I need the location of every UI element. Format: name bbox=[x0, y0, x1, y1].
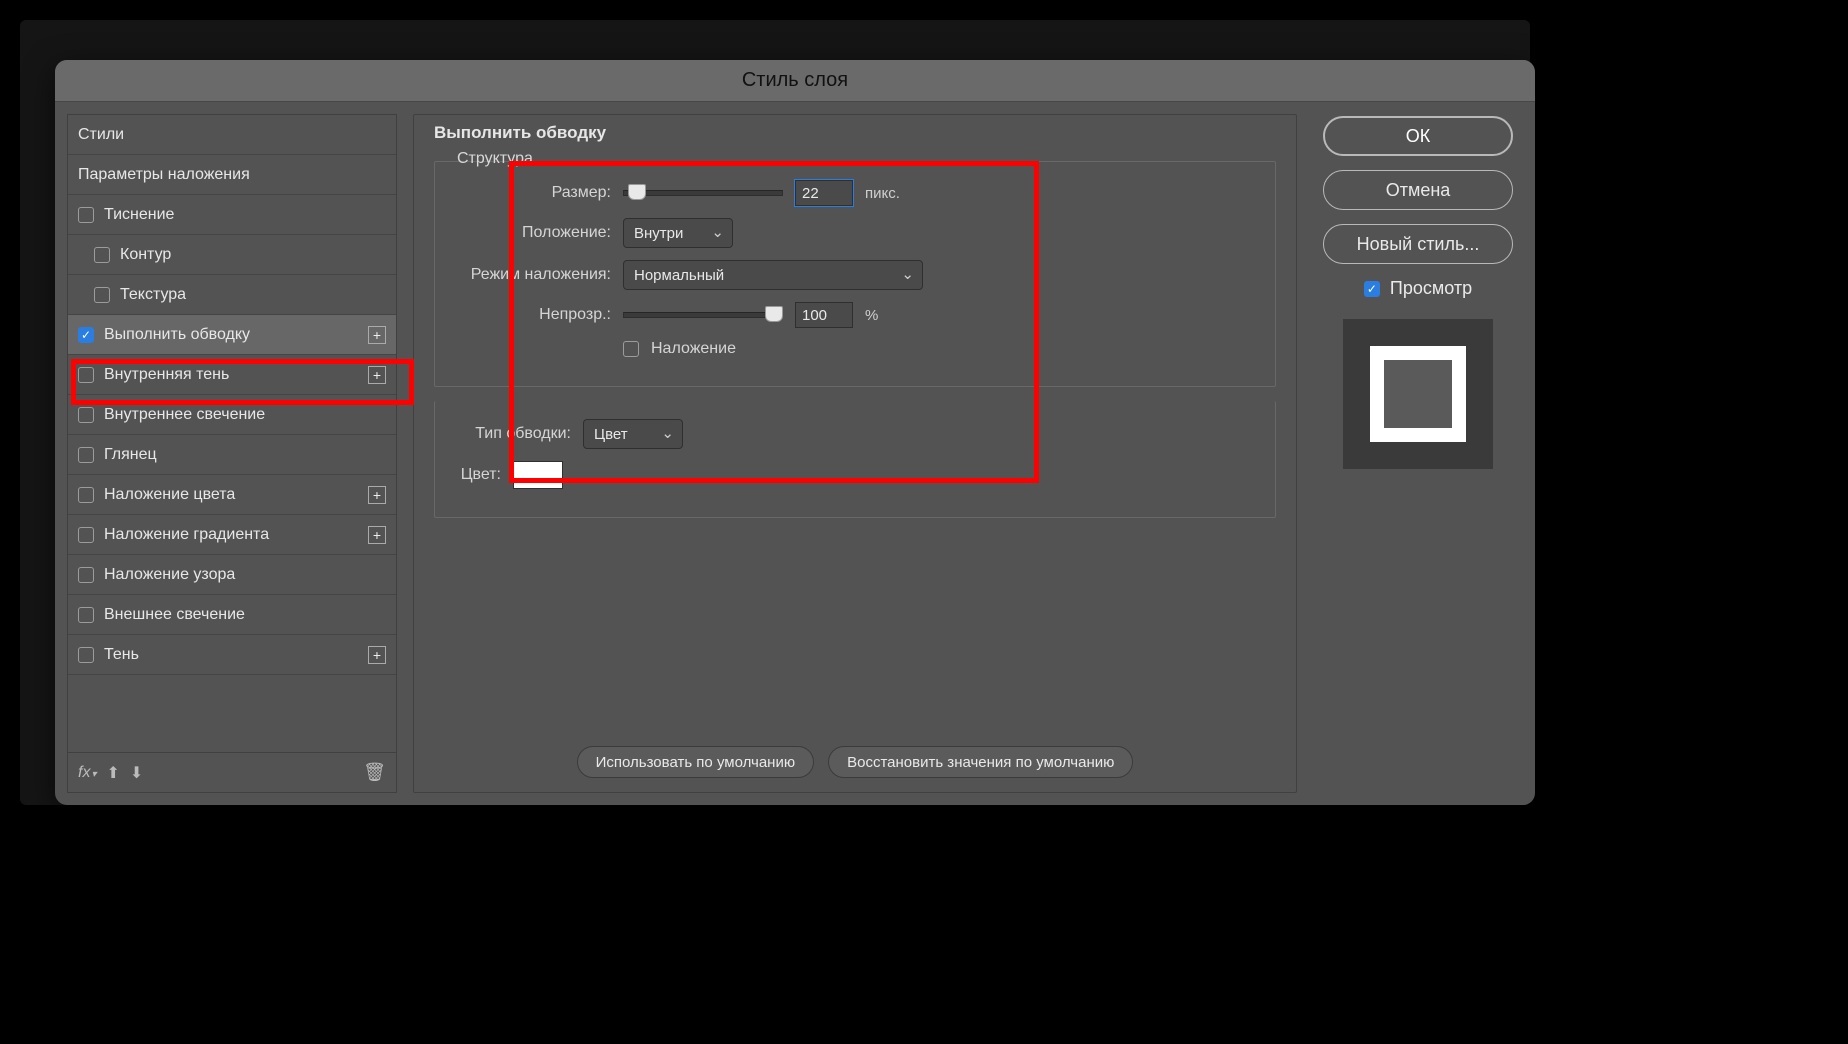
style-item-label: Наложение узора bbox=[104, 566, 235, 584]
style-item[interactable]: Контур bbox=[68, 235, 396, 275]
style-item-checkbox[interactable] bbox=[78, 367, 94, 383]
style-item-checkbox[interactable] bbox=[78, 607, 94, 623]
blendmode-row: Режим наложения: Нормальный bbox=[451, 260, 1259, 290]
opacity-row: Непрозр.: % bbox=[451, 302, 1259, 328]
size-slider[interactable] bbox=[623, 190, 783, 196]
style-item[interactable]: Внутренняя тень + bbox=[68, 355, 396, 395]
style-item-label: Текстура bbox=[120, 286, 186, 304]
add-effect-icon[interactable]: + bbox=[368, 366, 386, 384]
style-item-label: Глянец bbox=[104, 446, 157, 464]
add-effect-icon[interactable]: + bbox=[368, 526, 386, 544]
style-item[interactable]: Тень + bbox=[68, 635, 396, 675]
overprint-checkbox[interactable] bbox=[623, 341, 639, 357]
move-up-icon[interactable]: ⬆ bbox=[106, 763, 119, 783]
style-item-checkbox[interactable] bbox=[78, 647, 94, 663]
preview-checkbox[interactable] bbox=[1364, 281, 1380, 297]
style-item-label: Тень bbox=[104, 646, 139, 664]
style-item-checkbox[interactable] bbox=[78, 447, 94, 463]
style-item[interactable]: Внешнее свечение bbox=[68, 595, 396, 635]
reset-default-button[interactable]: Восстановить значения по умолчанию bbox=[828, 746, 1133, 778]
blendmode-select[interactable]: Нормальный bbox=[623, 260, 923, 290]
style-item-checkbox[interactable] bbox=[78, 207, 94, 223]
style-item-label: Наложение градиента bbox=[104, 526, 269, 544]
styles-list: Стили Параметры наложения Тиснение Контур… bbox=[67, 114, 397, 753]
style-item[interactable]: Тиснение bbox=[68, 195, 396, 235]
style-item[interactable]: Наложение узора bbox=[68, 555, 396, 595]
blendmode-label: Режим наложения: bbox=[451, 266, 611, 284]
styles-header[interactable]: Стили bbox=[68, 115, 396, 155]
style-item-checkbox[interactable] bbox=[94, 247, 110, 263]
preview-thumbnail bbox=[1343, 319, 1493, 469]
style-item[interactable]: Текстура bbox=[68, 275, 396, 315]
add-effect-icon[interactable]: + bbox=[368, 646, 386, 664]
styles-header-label: Стили bbox=[78, 126, 124, 144]
fx-menu-icon[interactable]: fx bbox=[78, 764, 96, 782]
size-unit: пикс. bbox=[865, 185, 900, 202]
style-item-checkbox[interactable] bbox=[94, 287, 110, 303]
filltype-select[interactable]: Цвет bbox=[583, 419, 683, 449]
make-default-button[interactable]: Использовать по умолчанию bbox=[577, 746, 814, 778]
filltype-label: Тип обводки: bbox=[451, 425, 571, 443]
style-item-checkbox[interactable] bbox=[78, 527, 94, 543]
style-item-checkbox[interactable] bbox=[78, 407, 94, 423]
color-row: Цвет: bbox=[451, 461, 1259, 489]
dialog-buttons: ОК Отмена Новый стиль... Просмотр bbox=[1313, 114, 1523, 793]
move-down-icon[interactable]: ⬇ bbox=[130, 763, 143, 783]
position-select[interactable]: Внутри bbox=[623, 218, 733, 248]
style-item-checkbox[interactable] bbox=[78, 487, 94, 503]
ok-button[interactable]: ОК bbox=[1323, 116, 1513, 156]
filltype-row: Тип обводки: Цвет bbox=[451, 419, 1259, 449]
settings-panel: Выполнить обводку Структура Размер: пикс… bbox=[413, 114, 1297, 793]
style-item-label: Внешнее свечение bbox=[104, 606, 245, 624]
opacity-input[interactable] bbox=[795, 302, 853, 328]
add-effect-icon[interactable]: + bbox=[368, 486, 386, 504]
blending-options-label: Параметры наложения bbox=[78, 166, 250, 184]
styles-toolbar: fx ⬆ ⬇ 🗑 bbox=[67, 753, 397, 793]
cancel-button[interactable]: Отмена bbox=[1323, 170, 1513, 210]
new-style-button[interactable]: Новый стиль... bbox=[1323, 224, 1513, 264]
add-effect-icon[interactable]: + bbox=[368, 326, 386, 344]
layer-style-dialog: Стиль слоя Стили Параметры наложения Тис… bbox=[55, 60, 1535, 805]
style-item[interactable]: Выполнить обводку + bbox=[68, 315, 396, 355]
size-input[interactable] bbox=[795, 180, 853, 206]
overprint-label: Наложение bbox=[651, 340, 736, 358]
color-label: Цвет: bbox=[451, 466, 501, 484]
opacity-label: Непрозр.: bbox=[451, 306, 611, 324]
structure-legend: Структура bbox=[451, 150, 539, 168]
style-item-label: Выполнить обводку bbox=[104, 326, 250, 344]
dialog-title: Стиль слоя bbox=[55, 60, 1535, 102]
style-item-checkbox[interactable] bbox=[78, 567, 94, 583]
blending-options-header[interactable]: Параметры наложения bbox=[68, 155, 396, 195]
style-item-label: Внутреннее свечение bbox=[104, 406, 265, 424]
style-item[interactable]: Наложение цвета + bbox=[68, 475, 396, 515]
position-label: Положение: bbox=[451, 224, 611, 242]
style-item[interactable]: Глянец bbox=[68, 435, 396, 475]
structure-group: Структура Размер: пикс. Положение: bbox=[434, 161, 1276, 387]
panel-title: Выполнить обводку bbox=[434, 123, 1276, 143]
position-row: Положение: Внутри bbox=[451, 218, 1259, 248]
opacity-slider[interactable] bbox=[623, 312, 783, 318]
size-label: Размер: bbox=[451, 184, 611, 202]
style-item-checkbox[interactable] bbox=[78, 327, 94, 343]
trash-icon[interactable]: 🗑 bbox=[363, 762, 386, 783]
style-item[interactable]: Наложение градиента + bbox=[68, 515, 396, 555]
overprint-row: Наложение bbox=[451, 340, 1259, 358]
style-item-label: Тиснение bbox=[104, 206, 174, 224]
opacity-unit: % bbox=[865, 307, 878, 324]
fill-group: Тип обводки: Цвет Цвет: bbox=[434, 401, 1276, 518]
preview-label: Просмотр bbox=[1390, 278, 1472, 299]
size-row: Размер: пикс. bbox=[451, 180, 1259, 206]
style-item[interactable]: Внутреннее свечение bbox=[68, 395, 396, 435]
style-item-label: Наложение цвета bbox=[104, 486, 235, 504]
style-item-label: Контур bbox=[120, 246, 171, 264]
style-item-label: Внутренняя тень bbox=[104, 366, 229, 384]
color-swatch[interactable] bbox=[513, 461, 563, 489]
